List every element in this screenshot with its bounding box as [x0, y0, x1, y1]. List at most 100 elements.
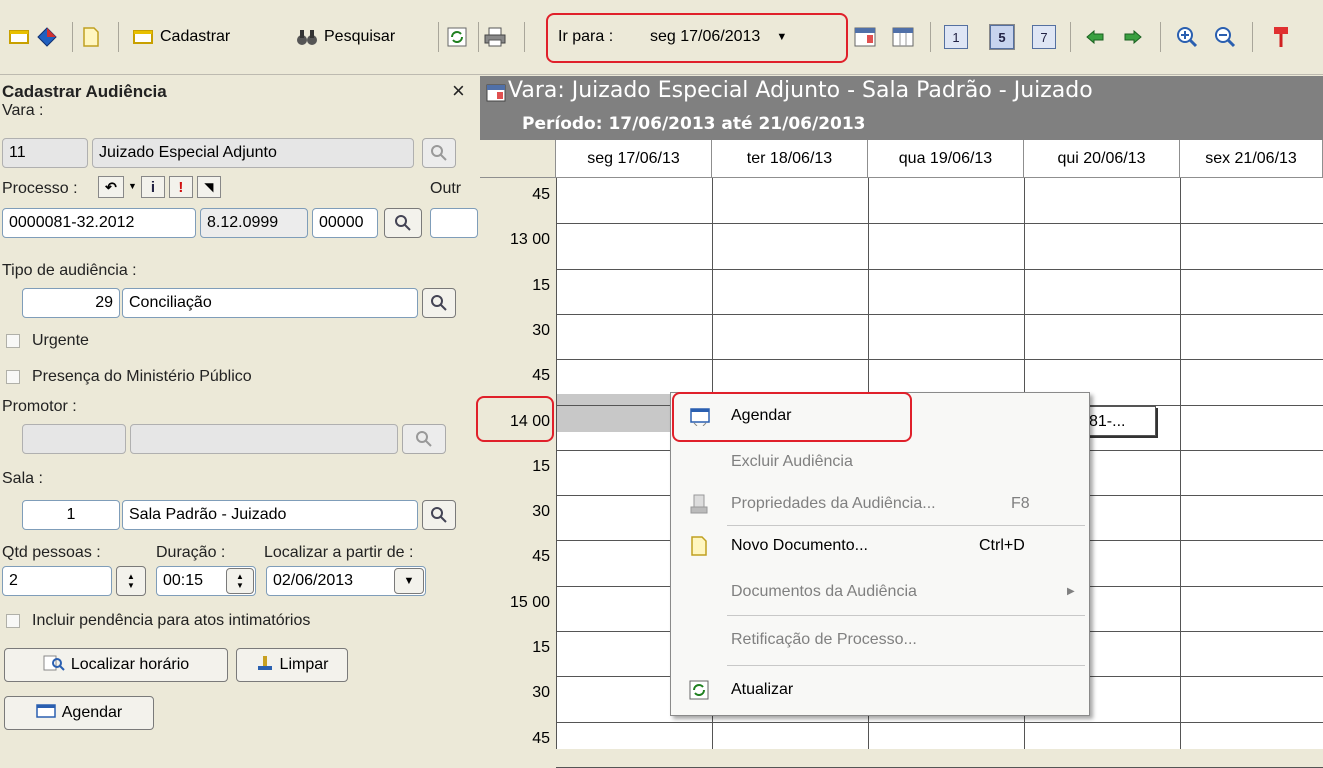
- next-button[interactable]: [1122, 22, 1144, 52]
- urgente-checkbox[interactable]: [6, 334, 20, 348]
- menu-item-novo-documento[interactable]: Novo Documento... Ctrl+D: [671, 529, 1089, 563]
- tipo-code-field[interactable]: 29: [22, 288, 120, 318]
- search-icon: [415, 430, 433, 448]
- duracao-stepper[interactable]: ▲ ▼: [226, 568, 254, 594]
- previous-button[interactable]: [1084, 22, 1106, 52]
- processo-search-button[interactable]: [384, 208, 422, 238]
- limpar-button[interactable]: Limpar: [236, 648, 348, 682]
- date-picker-button[interactable]: ▼: [394, 568, 424, 594]
- promotor-label: Promotor :: [2, 398, 77, 415]
- calendar-icon: [486, 84, 506, 102]
- view-week-button[interactable]: 7: [1032, 22, 1056, 52]
- day-view-icon: 1: [944, 25, 968, 49]
- processo-number-field[interactable]: 0000081-32.2012: [2, 208, 196, 238]
- row-line: [556, 359, 1323, 361]
- zoom-out-icon: [1214, 26, 1236, 48]
- chevron-up-icon[interactable]: ▲: [236, 572, 244, 581]
- vara-name-field[interactable]: Juizado Especial Adjunto: [92, 138, 414, 168]
- menu-item-atualizar[interactable]: Atualizar: [671, 673, 1089, 707]
- time-label: 30: [532, 321, 550, 339]
- menu-label: Excluir Audiência: [731, 453, 853, 470]
- zoom-out-button[interactable]: [1214, 22, 1236, 52]
- localizar-horario-label: Localizar horário: [70, 656, 190, 673]
- processo-label: Processo :: [2, 180, 78, 197]
- arrow-left-icon: [1084, 26, 1106, 48]
- find-icon: [43, 654, 65, 677]
- schedule-period: Período: 17/06/2013 até 21/06/2013: [522, 114, 866, 134]
- menu-item-propriedades[interactable]: Propriedades da Audiência... F8: [671, 487, 1089, 521]
- localizar-label: Localizar a partir de :: [264, 544, 414, 561]
- undo-icon[interactable]: ↶: [98, 176, 124, 198]
- properties-icon: [689, 493, 711, 515]
- chevron-up-icon[interactable]: ▲: [127, 572, 135, 581]
- chevron-down-icon[interactable]: ▼: [236, 581, 244, 590]
- time-label: 45: [532, 186, 550, 203]
- pesquisar-button[interactable]: Pesquisar: [296, 22, 395, 52]
- qtd-pessoas-field[interactable]: 2: [2, 566, 112, 596]
- processo-part2-field[interactable]: 8.12.0999: [200, 208, 308, 238]
- pin-button[interactable]: [1270, 22, 1292, 52]
- alert-icon[interactable]: !: [168, 176, 193, 198]
- submenu-arrow-icon: ▶: [1067, 586, 1075, 597]
- day-header[interactable]: sex 21/06/13: [1180, 140, 1323, 178]
- view-workweek-button[interactable]: 5: [989, 22, 1015, 52]
- calendar-view-button[interactable]: [854, 22, 876, 52]
- menu-label: Atualizar: [731, 681, 794, 698]
- menu-shortcut: F8: [1011, 495, 1030, 512]
- sala-code-field[interactable]: 1: [22, 500, 120, 530]
- menu-item-retificacao[interactable]: Retificação de Processo...: [671, 623, 1089, 657]
- zoom-in-button[interactable]: [1176, 22, 1198, 52]
- qtd-stepper[interactable]: ▲ ▼: [116, 566, 146, 596]
- tag-icon[interactable]: ◥: [196, 176, 221, 198]
- menu-item-excluir[interactable]: Excluir Audiência: [671, 445, 1089, 479]
- diamond-icon[interactable]: [36, 26, 58, 48]
- pin-icon: [1270, 26, 1292, 48]
- urgente-label: Urgente: [32, 332, 89, 349]
- print-button[interactable]: [484, 22, 506, 52]
- duracao-label: Duração :: [156, 544, 226, 561]
- panel-title: Cadastrar Audiência: [2, 82, 167, 101]
- processo-part3-field[interactable]: 00000: [312, 208, 378, 238]
- close-icon[interactable]: ×: [452, 78, 465, 104]
- menu-item-documentos[interactable]: Documentos da Audiência ▶: [671, 575, 1089, 609]
- schedule-title: Vara: Juizado Especial Adjunto - Sala Pa…: [508, 78, 1093, 103]
- new-appointment-icon[interactable]: [8, 26, 30, 48]
- grid-view-button[interactable]: [892, 22, 914, 52]
- pesquisar-label: Pesquisar: [324, 28, 396, 45]
- tipo-search-button[interactable]: [422, 288, 456, 318]
- promotor-name-field[interactable]: [130, 424, 398, 454]
- day-header[interactable]: ter 18/06/13: [712, 140, 868, 178]
- incluir-checkbox[interactable]: [6, 614, 20, 628]
- view-day-button[interactable]: 1: [944, 22, 968, 52]
- localizar-horario-button[interactable]: Localizar horário: [4, 648, 228, 682]
- refresh-button[interactable]: [446, 22, 468, 52]
- info-icon[interactable]: i: [140, 176, 165, 198]
- dropdown-icon[interactable]: ▼: [128, 176, 137, 198]
- day-header[interactable]: seg 17/06/13: [556, 140, 712, 178]
- promotor-search-button[interactable]: [402, 424, 446, 454]
- outros-field[interactable]: [430, 208, 478, 238]
- zoom-in-icon: [1176, 26, 1198, 48]
- chevron-down-icon[interactable]: ▼: [127, 581, 135, 590]
- day-header[interactable]: qua 19/06/13: [868, 140, 1024, 178]
- agendar-button[interactable]: Agendar: [4, 696, 154, 730]
- time-label: 30: [532, 503, 550, 521]
- cadastrar-icon: [132, 26, 154, 48]
- tipo-name-field[interactable]: Conciliação: [122, 288, 418, 318]
- cadastrar-button[interactable]: Cadastrar: [132, 22, 230, 52]
- promotor-code-field[interactable]: [22, 424, 126, 454]
- document-icon[interactable]: [80, 26, 102, 48]
- appointment-block[interactable]: 81-...: [1084, 406, 1156, 436]
- vara-search-button[interactable]: [422, 138, 456, 168]
- sala-name-field[interactable]: Sala Padrão - Juizado: [122, 500, 418, 530]
- day-header[interactable]: qui 20/06/13: [1024, 140, 1180, 178]
- vara-code-field[interactable]: 11: [2, 138, 88, 168]
- arrow-right-icon: [1122, 26, 1144, 48]
- presenca-checkbox[interactable]: [6, 370, 20, 384]
- search-icon: [430, 506, 448, 524]
- processo-tools: ↶ ▼ i ! ◥: [98, 176, 221, 198]
- menu-label: Propriedades da Audiência...: [731, 495, 936, 512]
- sala-search-button[interactable]: [422, 500, 456, 530]
- highlight-ir-para: [546, 13, 848, 63]
- corner-cell: [480, 140, 556, 178]
